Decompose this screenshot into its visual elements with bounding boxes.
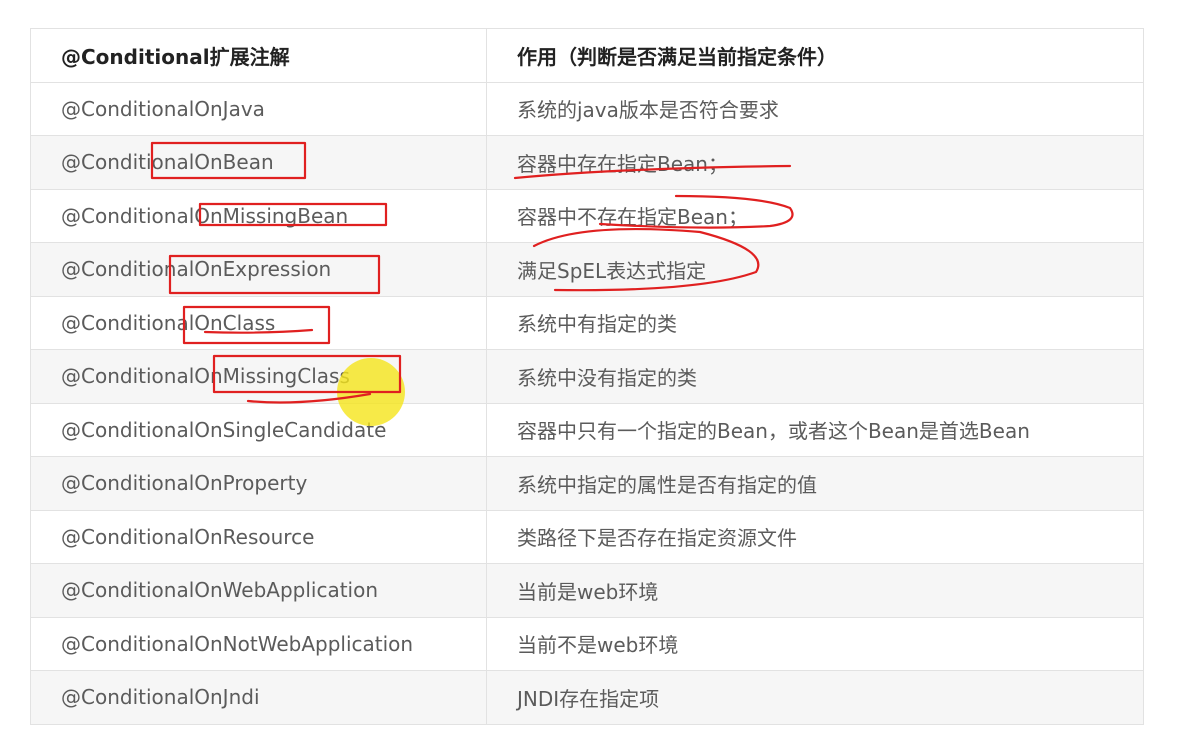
- annotation-cell: @ConditionalOnClass: [30, 295, 487, 350]
- table-row: @ConditionalOnMissingBean 容器中不存在指定Bean；: [30, 188, 1144, 243]
- table-row: @ConditionalOnJndi JNDI存在指定项: [30, 670, 1144, 725]
- header-purpose: 作用（判断是否满足当前指定条件）: [486, 28, 1144, 83]
- table-row: @ConditionalOnJava 系统的java版本是否符合要求: [30, 81, 1144, 136]
- purpose-cell: JNDI存在指定项: [486, 670, 1144, 725]
- table-row: @ConditionalOnClass 系统中有指定的类: [30, 295, 1144, 350]
- table-row: @ConditionalOnProperty 系统中指定的属性是否有指定的值: [30, 456, 1144, 511]
- annotation-cell: @ConditionalOnNotWebApplication: [30, 616, 487, 671]
- table-row: @ConditionalOnWebApplication 当前是web环境: [30, 563, 1144, 618]
- table-row: @ConditionalOnResource 类路径下是否存在指定资源文件: [30, 509, 1144, 564]
- purpose-cell: 系统中没有指定的类: [486, 349, 1144, 404]
- annotation-cell: @ConditionalOnMissingBean: [30, 188, 487, 243]
- table-header-row: @Conditional扩展注解 作用（判断是否满足当前指定条件）: [30, 28, 1144, 83]
- purpose-cell: 满足SpEL表达式指定: [486, 242, 1144, 297]
- table-row: @ConditionalOnBean 容器中存在指定Bean；: [30, 135, 1144, 190]
- conditional-table-container: @Conditional扩展注解 作用（判断是否满足当前指定条件） @Condi…: [30, 28, 1144, 725]
- purpose-cell: 容器中不存在指定Bean；: [486, 188, 1144, 243]
- header-annotation: @Conditional扩展注解: [30, 28, 487, 83]
- purpose-cell: 系统中指定的属性是否有指定的值: [486, 456, 1144, 511]
- annotation-cell: @ConditionalOnExpression: [30, 242, 487, 297]
- purpose-cell: 当前是web环境: [486, 563, 1144, 618]
- table-row: @ConditionalOnExpression 满足SpEL表达式指定: [30, 242, 1144, 297]
- annotation-cell: @ConditionalOnWebApplication: [30, 563, 487, 618]
- annotation-cell: @ConditionalOnJava: [30, 81, 487, 136]
- annotation-cell: @ConditionalOnJndi: [30, 670, 487, 725]
- annotation-cell: @ConditionalOnMissingClass: [30, 349, 487, 404]
- purpose-cell: 容器中只有一个指定的Bean，或者这个Bean是首选Bean: [486, 402, 1144, 457]
- purpose-cell: 容器中存在指定Bean；: [486, 135, 1144, 190]
- purpose-cell: 当前不是web环境: [486, 616, 1144, 671]
- conditional-annotations-table: @Conditional扩展注解 作用（判断是否满足当前指定条件） @Condi…: [30, 28, 1144, 725]
- table-row: @ConditionalOnNotWebApplication 当前不是web环…: [30, 616, 1144, 671]
- purpose-cell: 系统中有指定的类: [486, 295, 1144, 350]
- annotation-cell: @ConditionalOnResource: [30, 509, 487, 564]
- purpose-cell: 系统的java版本是否符合要求: [486, 81, 1144, 136]
- annotation-cell: @ConditionalOnSingleCandidate: [30, 402, 487, 457]
- annotation-cell: @ConditionalOnBean: [30, 135, 487, 190]
- table-row: @ConditionalOnMissingClass 系统中没有指定的类: [30, 349, 1144, 404]
- purpose-cell: 类路径下是否存在指定资源文件: [486, 509, 1144, 564]
- table-row: @ConditionalOnSingleCandidate 容器中只有一个指定的…: [30, 402, 1144, 457]
- annotation-cell: @ConditionalOnProperty: [30, 456, 487, 511]
